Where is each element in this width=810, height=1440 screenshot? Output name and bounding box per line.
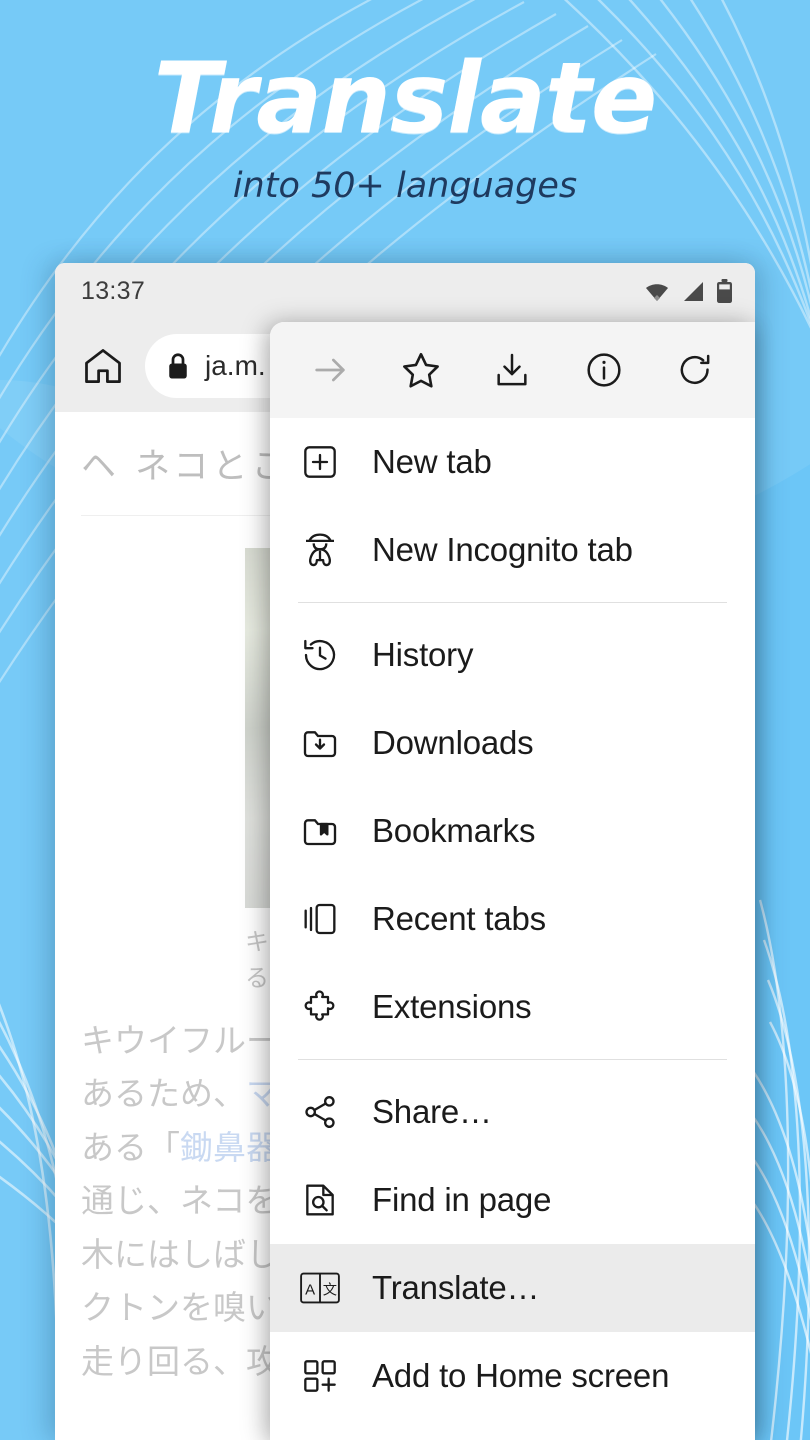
bookmarks-folder-icon <box>298 809 342 853</box>
menu-item-label: Bookmarks <box>372 812 536 849</box>
menu-item-downloads[interactable]: Downloads <box>270 699 755 787</box>
add-to-home-icon <box>298 1354 342 1398</box>
menu-item-label: New Incognito tab <box>372 531 633 568</box>
menu-item-bookmarks[interactable]: Bookmarks <box>270 787 755 875</box>
forward-arrow-icon <box>310 350 350 390</box>
menu-quick-actions-toolbar <box>270 322 755 418</box>
cellular-signal-icon <box>681 281 705 303</box>
menu-item-recent-tabs[interactable]: Recent tabs <box>270 875 755 963</box>
menu-item-share[interactable]: Share… <box>270 1068 755 1156</box>
recent-tabs-icon <box>298 897 342 941</box>
new-tab-icon <box>298 440 342 484</box>
inline-link[interactable]: 鋤鼻器 <box>180 1128 279 1167</box>
bookmark-button[interactable] <box>392 341 450 399</box>
paragraph-line: ある「 <box>81 1127 180 1167</box>
hero-banner: Translate into 50+ languages <box>0 0 810 206</box>
menu-separator <box>298 602 727 603</box>
history-icon <box>298 633 342 677</box>
forward-button[interactable] <box>301 341 359 399</box>
battery-icon <box>716 279 733 304</box>
menu-item-new-incognito-tab[interactable]: New Incognito tab <box>270 506 755 594</box>
reload-button[interactable] <box>666 341 724 399</box>
menu-item-list: New tab New Incognito tab History Downlo… <box>270 418 755 1420</box>
browser-overflow-menu: New tab New Incognito tab History Downlo… <box>270 322 755 1440</box>
page-title: Translate <box>153 42 658 156</box>
menu-item-label: Add to Home screen <box>372 1357 670 1394</box>
find-in-page-icon <box>298 1178 342 1222</box>
page-info-button[interactable] <box>575 341 633 399</box>
menu-item-history[interactable]: History <box>270 611 755 699</box>
menu-item-label: New tab <box>372 443 492 480</box>
menu-item-add-to-home-screen[interactable]: Add to Home screen <box>270 1332 755 1420</box>
menu-item-label: Extensions <box>372 988 532 1025</box>
menu-item-extensions[interactable]: Extensions <box>270 963 755 1051</box>
menu-item-find-in-page[interactable]: Find in page <box>270 1156 755 1244</box>
downloads-folder-icon <box>298 721 342 765</box>
star-icon <box>400 349 442 391</box>
menu-item-label: Share… <box>372 1093 492 1130</box>
wifi-icon <box>644 281 670 303</box>
svg-text:A: A <box>305 1281 315 1298</box>
download-button[interactable] <box>483 341 541 399</box>
page-info-icon <box>584 350 624 390</box>
incognito-icon <box>298 528 342 572</box>
extensions-puzzle-icon <box>298 985 342 1029</box>
share-icon <box>298 1090 342 1134</box>
home-icon <box>81 344 125 388</box>
svg-text:文: 文 <box>323 1282 337 1299</box>
status-icon-group <box>644 279 733 304</box>
menu-item-new-tab[interactable]: New tab <box>270 418 755 506</box>
page-subtitle: into 50+ languages <box>232 166 578 206</box>
menu-item-label: Downloads <box>372 724 534 761</box>
menu-separator <box>298 1059 727 1060</box>
reload-icon <box>675 350 715 390</box>
lock-icon <box>165 351 191 381</box>
status-bar: 13:37 <box>55 263 755 320</box>
menu-item-translate[interactable]: A 文 Translate… <box>270 1244 755 1332</box>
promo-screenshot: Translate into 50+ languages 13:37 ja.m.… <box>0 0 810 1440</box>
translate-icon: A 文 <box>298 1266 342 1310</box>
menu-item-label: History <box>372 636 474 673</box>
status-clock: 13:37 <box>81 277 146 305</box>
home-button[interactable] <box>75 338 131 394</box>
download-icon <box>492 350 532 390</box>
menu-item-label: Translate… <box>372 1269 540 1306</box>
menu-item-label: Recent tabs <box>372 900 546 937</box>
paragraph-line: あるため、 <box>81 1074 246 1114</box>
url-text: ja.m. <box>205 350 266 381</box>
menu-item-label: Find in page <box>372 1181 552 1218</box>
